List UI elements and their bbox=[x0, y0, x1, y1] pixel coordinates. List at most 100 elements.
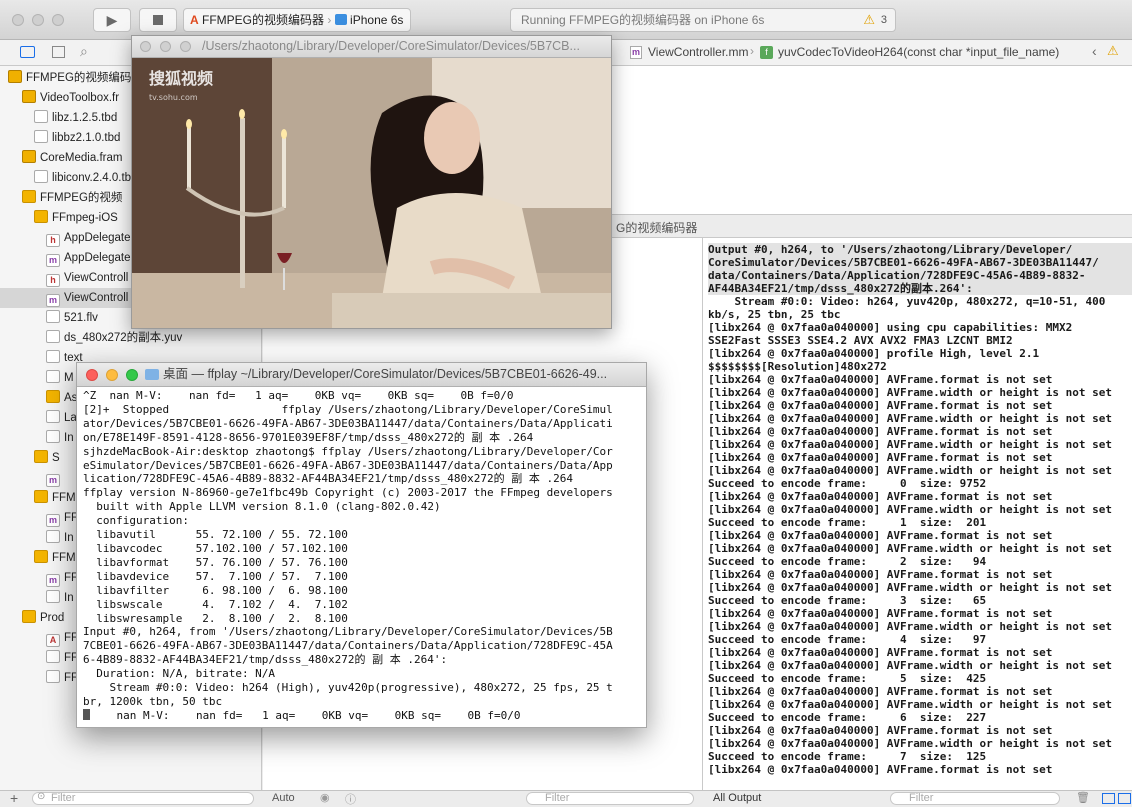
navigator-item[interactable]: In bbox=[46, 588, 74, 608]
search-icon[interactable]: ⌕ bbox=[80, 43, 88, 60]
navigator-item[interactable]: A FF bbox=[46, 628, 78, 648]
navigator-item[interactable]: FFM bbox=[34, 548, 76, 568]
navigator-item-label: In bbox=[64, 592, 74, 604]
product-icon bbox=[46, 670, 60, 683]
navigator-item[interactable]: FF bbox=[46, 648, 78, 668]
navigator-item[interactable]: M bbox=[46, 368, 74, 388]
console-line: Succeed to encode frame: 5 size: 425 bbox=[708, 672, 987, 685]
terminal-output[interactable]: ^Z nan M-V: nan fd= 1 aq= 0KB vq= 0KB sq… bbox=[77, 387, 646, 727]
navigator-item-label: FFmpeg-iOS bbox=[52, 212, 118, 224]
player-close-button[interactable] bbox=[140, 41, 151, 52]
video-frame: 搜狐视频 tv.sohu.com bbox=[132, 58, 611, 328]
navigator-item-label: VideoToolbox.fr bbox=[40, 92, 120, 104]
file-icon bbox=[46, 370, 60, 383]
navigator-item[interactable]: La bbox=[46, 408, 77, 428]
navigator-item[interactable]: Prod bbox=[22, 608, 64, 628]
scheme-selector[interactable]: A FFMPEG的视频编码器 › iPhone 6s bbox=[183, 8, 411, 32]
navigator-item[interactable]: CoreMedia.fram bbox=[22, 148, 122, 168]
stop-button[interactable] bbox=[139, 8, 177, 32]
navigator-item[interactable]: h AppDelegate bbox=[46, 228, 131, 248]
navigator-item[interactable]: m AppDelegate bbox=[46, 248, 131, 268]
window-close-button[interactable] bbox=[12, 14, 24, 26]
navigator-item[interactable]: libz.1.2.5.tbd bbox=[34, 108, 117, 128]
terminal-line: [2]+ Stopped ffplay /Users/zhaotong/Libr… bbox=[83, 402, 613, 416]
info-icon[interactable]: ⓘ bbox=[345, 791, 356, 807]
navigator-item[interactable]: FFM bbox=[34, 488, 76, 508]
terminal-window[interactable]: 桌面 — ffplay ~/Library/Developer/CoreSimu… bbox=[76, 362, 647, 728]
run-button[interactable]: ▶ bbox=[93, 8, 131, 32]
project-icon bbox=[8, 70, 22, 83]
console-line: [libx264 @ 0x7faa0a040000] AVFrame.forma… bbox=[708, 685, 1053, 698]
m-file-icon: m bbox=[46, 294, 60, 307]
navigator-item[interactable]: h ViewControll bbox=[46, 268, 128, 288]
navigator-item[interactable]: libiconv.2.4.0.tb bbox=[34, 168, 131, 188]
console-line: [libx264 @ 0x7faa0a040000] AVFrame.width… bbox=[708, 503, 1112, 516]
navigator-item[interactable]: FFMPEG的视频 bbox=[22, 188, 122, 208]
navigator-item-label: FFM bbox=[52, 492, 76, 504]
output-selector[interactable]: All Output bbox=[713, 792, 761, 804]
split-right-icon[interactable] bbox=[1118, 793, 1131, 804]
console-line: Succeed to encode frame: 3 size: 65 bbox=[708, 594, 987, 607]
filter-field[interactable]: ⊙ Filter bbox=[32, 791, 254, 805]
add-button[interactable]: + bbox=[10, 790, 18, 806]
navigator-item[interactable]: VideoToolbox.fr bbox=[22, 88, 119, 108]
trash-icon[interactable]: 🗑 bbox=[1076, 791, 1090, 804]
navigator-item[interactable]: FFmpeg-iOS bbox=[34, 208, 118, 228]
video-file-icon bbox=[46, 310, 60, 323]
auto-selector[interactable]: Auto bbox=[272, 792, 295, 804]
ffplay-video-window[interactable]: /Users/zhaotong/Library/Developer/CoreSi… bbox=[131, 35, 612, 329]
navigator-item[interactable]: In bbox=[46, 428, 74, 448]
player-zoom-button[interactable] bbox=[180, 41, 191, 52]
navigator-item[interactable]: ds_480x272的副本.yuv bbox=[46, 328, 182, 348]
terminal-minimize-button[interactable] bbox=[106, 369, 118, 381]
console-line: Succeed to encode frame: 6 size: 227 bbox=[708, 711, 987, 724]
player-title-bar[interactable]: /Users/zhaotong/Library/Developer/CoreSi… bbox=[132, 36, 611, 58]
folder-icon bbox=[145, 369, 159, 380]
navigator-item[interactable]: S bbox=[34, 448, 60, 468]
debug-console[interactable]: Output #0, h264, to '/Users/zhaotong/Lib… bbox=[703, 238, 1132, 790]
navigator-item[interactable]: As bbox=[46, 388, 77, 408]
terminal-close-button[interactable] bbox=[86, 369, 98, 381]
navigator-item[interactable]: m bbox=[46, 468, 64, 488]
warning-icon[interactable]: ⚠ bbox=[1107, 43, 1119, 59]
navigator-item-label: AppDelegate bbox=[64, 252, 131, 264]
navigator-item[interactable]: m FF bbox=[46, 508, 78, 528]
navigator-item[interactable]: m FF bbox=[46, 568, 78, 588]
console-line: [libx264 @ 0x7faa0a040000] AVFrame.forma… bbox=[708, 724, 1053, 737]
file-icon bbox=[34, 130, 48, 143]
jump-bar-function[interactable]: yuvCodecToVideoH264(const char *input_fi… bbox=[778, 45, 1059, 59]
terminal-title-bar[interactable]: 桌面 — ffplay ~/Library/Developer/CoreSimu… bbox=[77, 363, 646, 387]
hierarchy-icon[interactable] bbox=[52, 46, 65, 58]
navigator-item[interactable]: FFMPEG的视频编码器 bbox=[8, 68, 143, 88]
console-line: [libx264 @ 0x7faa0a040000] AVFrame.forma… bbox=[708, 399, 1053, 412]
navigator-item[interactable]: libbz2.1.0.tbd bbox=[34, 128, 120, 148]
file-icon bbox=[46, 430, 60, 443]
terminal-line: libavfilter 6. 98.100 / 6. 98.100 bbox=[83, 583, 348, 597]
window-zoom-button[interactable] bbox=[52, 14, 64, 26]
terminal-line: ator/Devices/5B7CBE01-6626-49FA-AB67-3DE… bbox=[83, 416, 613, 430]
terminal-line: libavcodec 57.102.100 / 57.102.100 bbox=[83, 541, 348, 555]
navigator-item[interactable]: m ViewControll bbox=[46, 288, 128, 308]
terminal-title: 桌面 — ffplay ~/Library/Developer/CoreSimu… bbox=[163, 367, 608, 381]
chevron-left-icon[interactable]: ‹ bbox=[1092, 43, 1097, 59]
eye-icon[interactable]: ◉ bbox=[320, 791, 330, 804]
navigator-item[interactable]: FF bbox=[46, 668, 78, 688]
console-line: [libx264 @ 0x7faa0a040000] AVFrame.width… bbox=[708, 659, 1112, 672]
console-line: [libx264 @ 0x7faa0a040000] AVFrame.width… bbox=[708, 620, 1112, 633]
navigator-item[interactable]: 521.flv bbox=[46, 308, 98, 328]
vars-filter-field[interactable]: Filter bbox=[526, 792, 694, 805]
chevron-right-icon: › bbox=[750, 44, 754, 58]
console-filter-field[interactable]: Filter bbox=[890, 792, 1060, 805]
folder-icon[interactable] bbox=[20, 46, 35, 58]
split-left-icon[interactable] bbox=[1102, 793, 1115, 804]
terminal-line: on/E78E149F-8591-4128-8656-9701E039EF8F/… bbox=[83, 430, 534, 444]
warning-icon[interactable]: ⚠ bbox=[863, 9, 875, 31]
window-minimize-button[interactable] bbox=[32, 14, 44, 26]
device-name: iPhone 6s bbox=[350, 13, 404, 27]
player-minimize-button[interactable] bbox=[160, 41, 171, 52]
navigator-item[interactable]: In bbox=[46, 528, 74, 548]
m-file-icon: m bbox=[46, 514, 60, 527]
jump-bar-file[interactable]: ViewController.mm bbox=[648, 45, 748, 59]
terminal-zoom-button[interactable] bbox=[126, 369, 138, 381]
navigator-item-label: libbz2.1.0.tbd bbox=[52, 132, 121, 144]
